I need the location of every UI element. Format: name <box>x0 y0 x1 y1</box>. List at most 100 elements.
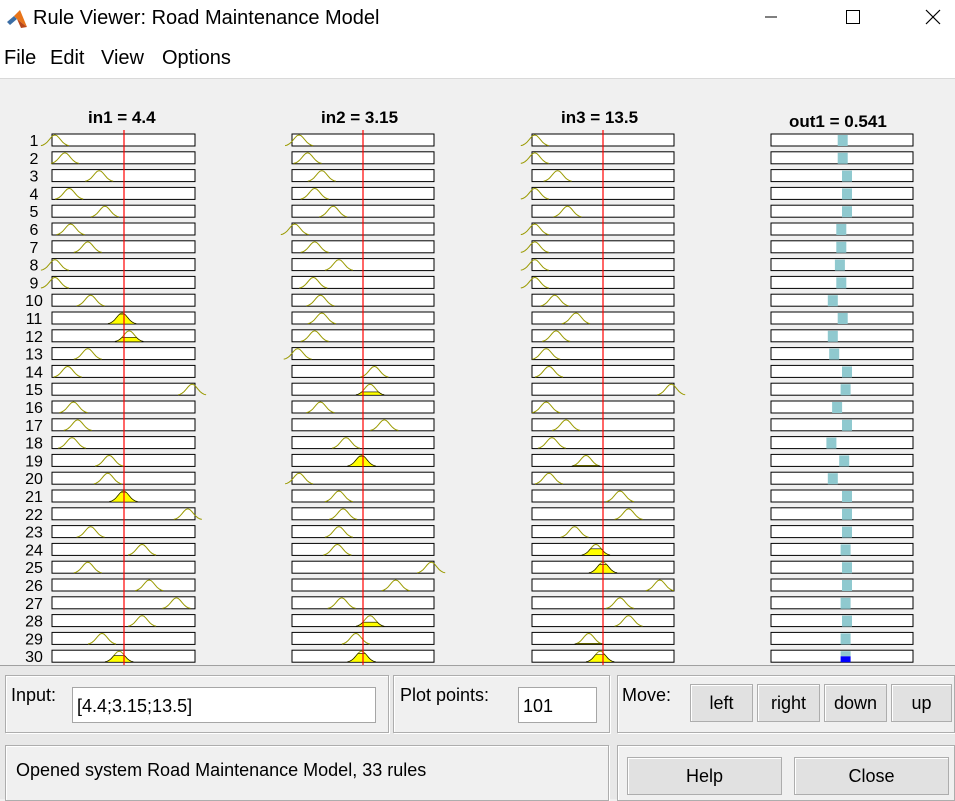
menu-file[interactable]: File <box>4 47 36 70</box>
maximize-icon <box>845 9 861 30</box>
output-bar <box>842 580 852 591</box>
window-title: Rule Viewer: Road Maintenance Model <box>33 7 380 29</box>
fired-membership-area <box>574 642 604 645</box>
close-button[interactable]: Close <box>794 757 949 795</box>
move-label: Move: <box>622 685 672 705</box>
rule-number: 19 <box>25 453 43 470</box>
rule-number: 17 <box>25 418 43 435</box>
action-buttons-group: Help Close <box>617 745 955 801</box>
plot-points-label: Plot points: <box>400 685 490 705</box>
rule-number: 8 <box>30 258 39 275</box>
rule-number: 29 <box>25 631 43 648</box>
rule-cell <box>770 436 914 450</box>
move-right-button[interactable]: right <box>757 684 820 722</box>
output-bar <box>842 526 852 538</box>
rule-number: 27 <box>25 596 43 613</box>
plot-points-field[interactable]: 101 <box>518 687 597 723</box>
output-bar <box>836 224 847 235</box>
rule-plot-svg: 1234567891011121314151617181920212223242… <box>25 130 914 665</box>
move-left-button[interactable]: left <box>690 684 753 722</box>
rule-number: 10 <box>25 293 43 310</box>
rule-number: 15 <box>25 382 43 399</box>
output-bar <box>842 491 852 502</box>
output-bar <box>834 259 845 271</box>
input-field[interactable]: [4.4;3.15;13.5] <box>72 687 376 723</box>
status-text: Opened system Road Maintenance Model, 33… <box>16 760 427 780</box>
rule-number: 11 <box>26 311 43 328</box>
rule-number: 12 <box>25 329 43 346</box>
menu-bar: File Edit View Options <box>0 38 955 79</box>
rule-cell <box>770 329 914 343</box>
output-bar <box>840 633 851 645</box>
rule-number: 22 <box>25 507 43 524</box>
output-bar <box>832 402 843 413</box>
input-label: Input: <box>11 685 57 705</box>
output-bar <box>827 295 838 307</box>
rule-number: 21 <box>25 489 43 506</box>
output-bar <box>840 544 851 556</box>
rule-number: 23 <box>25 525 43 542</box>
move-down-button[interactable]: down <box>824 684 887 722</box>
output-bar <box>840 651 851 657</box>
rule-number: 5 <box>30 204 39 221</box>
rule-number: 24 <box>25 542 43 559</box>
minimize-button[interactable] <box>748 0 794 38</box>
close-icon <box>924 8 942 31</box>
rule-number: 25 <box>25 560 43 577</box>
rule-number: 14 <box>25 364 43 381</box>
move-group: Move: left right down up <box>617 675 955 733</box>
rule-number: 16 <box>25 400 43 417</box>
rule-cell <box>770 471 914 485</box>
output-bar <box>842 170 852 182</box>
output-bar <box>842 206 852 218</box>
output-bar <box>827 473 838 485</box>
control-panel: Input: [4.4;3.15;13.5] Plot points: 101 … <box>0 665 955 801</box>
output-bar <box>837 313 848 324</box>
rule-number: 1 <box>30 133 39 150</box>
maximize-button[interactable] <box>830 0 876 38</box>
output-bar <box>842 562 852 574</box>
rule-number: 30 <box>25 649 43 665</box>
rule-number: 3 <box>30 169 39 186</box>
rule-number: 9 <box>30 275 39 292</box>
rule-number: 6 <box>30 222 39 239</box>
fired-membership-area <box>571 464 601 467</box>
help-button[interactable]: Help <box>627 757 782 795</box>
rule-plot-area: in1 = 4.4 in2 = 3.15 in3 = 13.5 out1 = 0… <box>0 79 955 665</box>
minimize-icon <box>764 10 778 29</box>
output-bar <box>827 330 838 342</box>
menu-options[interactable]: Options <box>162 47 231 70</box>
status-group: Opened system Road Maintenance Model, 33… <box>5 745 609 801</box>
rule-number: 18 <box>25 436 43 453</box>
rule-number: 26 <box>25 578 43 595</box>
output-bar <box>837 135 848 146</box>
title-bar: Rule Viewer: Road Maintenance Model <box>0 0 955 38</box>
menu-edit[interactable]: Edit <box>50 47 84 70</box>
output-bar <box>842 615 852 627</box>
matlab-logo-icon <box>6 8 28 30</box>
output-bar <box>842 419 852 431</box>
output-bar <box>842 508 852 520</box>
rule-number: 13 <box>25 347 43 364</box>
output-bar <box>840 597 851 609</box>
output-bar <box>837 152 848 164</box>
close-window-button[interactable] <box>910 0 955 38</box>
output-bar <box>829 348 840 360</box>
output-bar <box>839 455 850 467</box>
move-up-button[interactable]: up <box>891 684 952 722</box>
output-bar <box>842 366 852 378</box>
rule-number: 20 <box>25 471 43 488</box>
rule-cell <box>770 347 914 361</box>
plot-points-group: Plot points: 101 <box>393 675 610 733</box>
rule-number: 7 <box>30 240 39 257</box>
output-bar <box>842 188 852 200</box>
rule-number: 4 <box>30 186 39 203</box>
rule-cell <box>770 293 914 307</box>
input-group: Input: [4.4;3.15;13.5] <box>5 675 389 733</box>
rule-number: 28 <box>25 614 43 631</box>
menu-view[interactable]: View <box>101 47 144 70</box>
output-bar <box>840 656 851 663</box>
output-bar <box>840 384 851 396</box>
output-bar <box>836 277 847 289</box>
rule-number: 2 <box>30 151 39 168</box>
